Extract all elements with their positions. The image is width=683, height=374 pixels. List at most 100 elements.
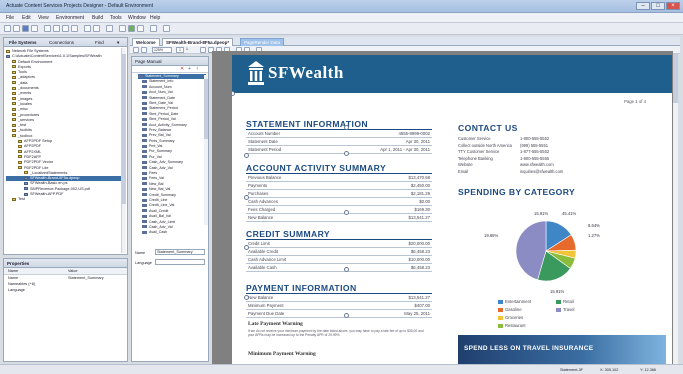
anchor-handle[interactable] <box>344 125 349 130</box>
promo-text: SPEND LESS ON TRAVEL INSURANCE <box>464 345 594 352</box>
legend-swatch <box>498 307 503 312</box>
element-icon <box>142 198 147 202</box>
save-icon[interactable] <box>22 25 29 32</box>
menu-file[interactable]: File <box>6 15 14 21</box>
properties-panel: Properties Name Value Name Statement_Sum… <box>3 258 128 362</box>
anchor-handle[interactable] <box>244 195 249 200</box>
tab-find[interactable]: Find <box>92 39 107 46</box>
preview-icon[interactable] <box>150 25 157 32</box>
anchor-handle[interactable] <box>244 295 249 300</box>
menu-environment[interactable]: Environment <box>56 15 84 21</box>
promo-banner[interactable]: SPEND LESS ON TRAVEL INSURANCE <box>458 335 666 364</box>
help-icon[interactable] <box>163 25 170 32</box>
minimize-button[interactable]: – <box>636 2 650 10</box>
element-icon <box>142 79 147 83</box>
element-icon <box>142 214 147 218</box>
folder-icon <box>12 102 16 106</box>
tab-connections[interactable]: Connections <box>46 39 77 46</box>
file-tree[interactable]: Network File Systems C:\Actuate\ContentSe… <box>4 47 127 203</box>
canvas-scrollbar[interactable] <box>673 51 678 364</box>
element-icon <box>142 220 147 224</box>
document-canvas[interactable]: SFWealth Page 1 of 4 STATEMENT INFORMATI… <box>212 51 678 364</box>
remove-icon[interactable]: ✕ <box>180 66 184 72</box>
folder-icon <box>12 75 16 79</box>
outline-list[interactable]: Statement_Summary Statement_Info Account_N… <box>132 73 208 241</box>
new-icon[interactable] <box>4 25 11 32</box>
anchor-handle[interactable] <box>344 151 349 156</box>
status-bar: Statement-3F X: 305.102 Y: 12.366 <box>0 364 683 374</box>
anchor-handle[interactable] <box>344 313 349 318</box>
panel-menu-icon[interactable]: ▾ <box>114 39 122 47</box>
anchor-handle[interactable] <box>244 245 249 250</box>
menu-tools[interactable]: Tools <box>110 15 122 21</box>
folder-icon <box>12 113 16 117</box>
folder-icon <box>18 160 22 164</box>
element-icon <box>142 85 147 89</box>
element-icon <box>142 150 147 154</box>
cut-icon[interactable] <box>44 25 51 32</box>
close-button[interactable]: × <box>666 2 680 10</box>
delete-icon[interactable] <box>71 25 78 32</box>
find-icon[interactable] <box>106 25 113 32</box>
redo-icon[interactable] <box>93 25 100 32</box>
tree-item[interactable]: Test <box>6 197 125 202</box>
tab-file-systems[interactable]: File Systems <box>6 39 40 46</box>
element-icon <box>142 101 147 105</box>
element-icon <box>142 225 147 229</box>
anchor-handle[interactable] <box>344 267 349 272</box>
anchor-handle[interactable] <box>244 153 249 158</box>
outline-name-section: Name Statement_Summary Language <box>133 247 207 287</box>
copy-icon[interactable] <box>53 25 60 32</box>
file-icon <box>6 54 10 58</box>
menu-view[interactable]: View <box>38 15 49 21</box>
build-icon[interactable] <box>119 25 126 32</box>
file-systems-panel: File Systems Connections Find ▾ Network … <box>3 37 128 255</box>
anchor-handle[interactable] <box>344 210 349 215</box>
name-label: Name <box>135 251 146 255</box>
element-icon <box>142 112 147 116</box>
save-all-icon[interactable] <box>31 25 38 32</box>
payment-info-title: PAYMENT INFORMATION <box>246 283 357 293</box>
spending-pie-chart: 15.91% 8.64% 1.27% 19.65% 45.41% 15.91% <box>484 211 600 294</box>
element-icon <box>142 193 147 197</box>
late-payment-title: Late Payment Warning <box>248 321 303 327</box>
open-icon[interactable] <box>13 25 20 32</box>
anchor-handle[interactable] <box>232 91 235 96</box>
payment-row: Payment Due Date May 25, 2011 <box>246 311 432 318</box>
language-field[interactable] <box>155 259 205 265</box>
pointer-tool-icon[interactable] <box>133 47 139 53</box>
element-icon <box>142 123 147 127</box>
maximize-button[interactable]: □ <box>651 2 665 10</box>
prop-row[interactable]: Language <box>4 287 127 293</box>
add-icon[interactable]: + <box>188 66 191 72</box>
menu-edit[interactable]: Edit <box>22 15 31 21</box>
element-icon <box>142 106 147 110</box>
menu-window[interactable]: Window <box>128 15 146 21</box>
contact-row: Telephone Banking 1-800-555-5555 <box>458 155 550 161</box>
pie-data-label: 8.64% <box>588 223 600 228</box>
credit-row: Credit Limit $20,000.00 <box>246 241 432 248</box>
outline-scrollbar[interactable] <box>204 75 208 225</box>
outline-item[interactable]: Avail_Cash <box>138 230 206 235</box>
menu-help[interactable]: Help <box>150 15 160 21</box>
name-field[interactable]: Statement_Summary <box>155 249 205 255</box>
statement-page[interactable]: SFWealth Page 1 of 4 STATEMENT INFORMATI… <box>232 55 672 364</box>
run-icon[interactable] <box>128 25 135 32</box>
first-page-icon[interactable] <box>200 47 206 53</box>
pan-tool-icon[interactable] <box>141 47 147 53</box>
page-number-field[interactable]: 1 <box>176 47 184 53</box>
properties-title: Properties <box>4 259 127 268</box>
tree-scrollbar[interactable] <box>121 48 126 253</box>
folder-icon <box>12 97 16 101</box>
zoom-select[interactable]: 125% <box>152 47 172 53</box>
element-icon <box>142 117 147 121</box>
menu-build[interactable]: Build <box>92 15 103 21</box>
debug-icon[interactable] <box>137 25 144 32</box>
undo-icon[interactable] <box>84 25 91 32</box>
legend-item-entertainment: Entertainment <box>498 299 531 304</box>
move-up-icon[interactable]: ↑ <box>196 66 199 72</box>
paste-icon[interactable] <box>62 25 69 32</box>
legend-item-gasoline: Gasoline <box>498 307 522 312</box>
prop-col-name: Name <box>8 269 19 273</box>
statement-info-section: STATEMENT INFORMATION Account Number 4555… <box>246 119 432 154</box>
